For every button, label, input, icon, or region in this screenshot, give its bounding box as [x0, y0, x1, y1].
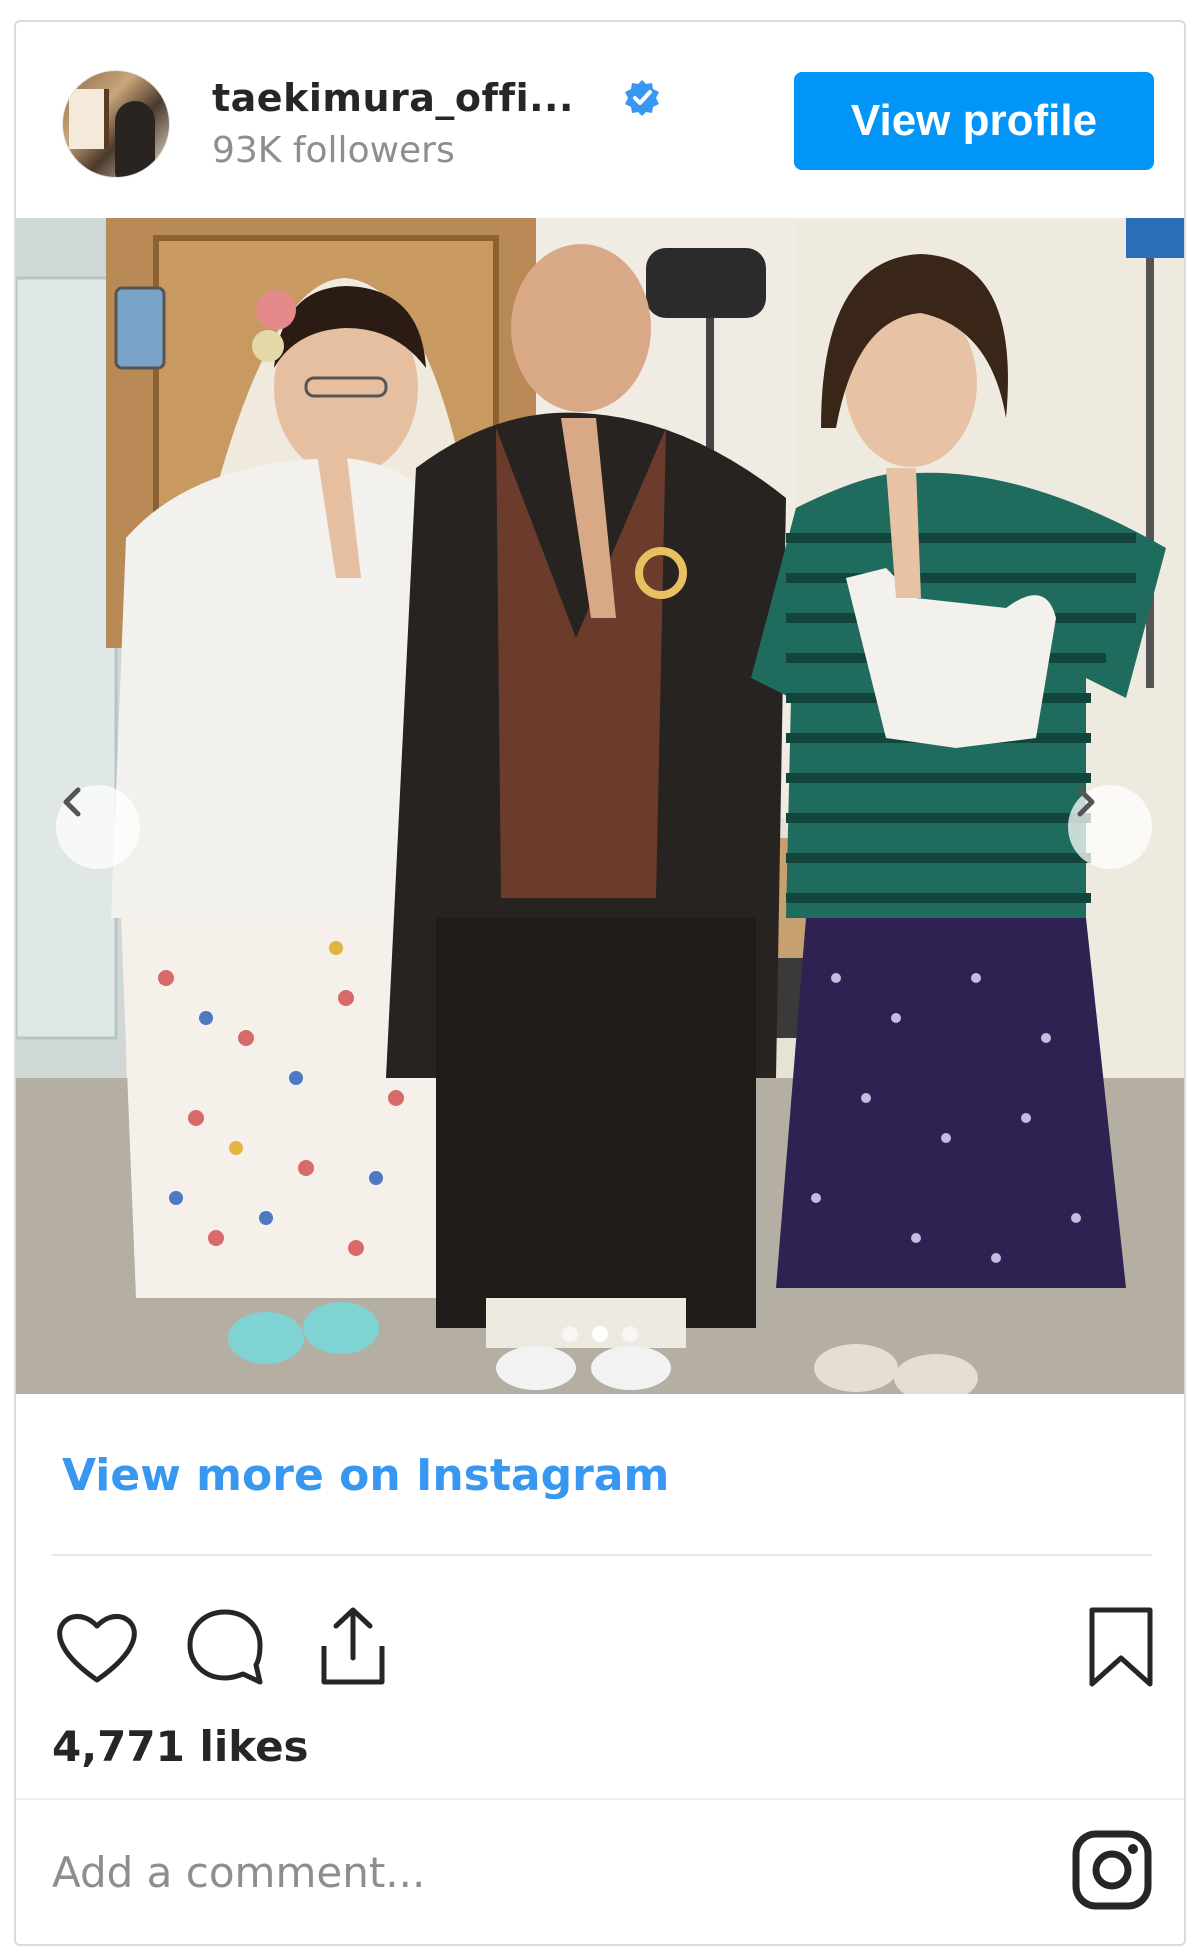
carousel-dot-active[interactable]: [592, 1326, 608, 1342]
view-more-on-instagram-link[interactable]: View more on Instagram: [62, 1450, 669, 1501]
carousel-indicator: [562, 1326, 638, 1342]
follower-count: 93K followers: [212, 130, 455, 171]
like-count: 4,771 likes: [52, 1722, 309, 1771]
comment-bubble-icon[interactable]: [180, 1602, 270, 1692]
instagram-logo-icon[interactable]: [1070, 1828, 1154, 1912]
chevron-left-icon: [63, 787, 81, 817]
username[interactable]: taekimura_offi...: [212, 76, 574, 120]
carousel-dot[interactable]: [562, 1326, 578, 1342]
comment-input[interactable]: [52, 1832, 1012, 1912]
photo-illustration: [16, 218, 1184, 1394]
verified-badge-icon: [625, 80, 659, 116]
divider: [52, 1554, 1152, 1556]
chevron-right-icon: [1077, 787, 1095, 817]
bookmark-icon[interactable]: [1076, 1602, 1166, 1692]
heart-icon[interactable]: [52, 1602, 142, 1692]
carousel-prev-button[interactable]: [56, 785, 140, 869]
divider: [16, 1798, 1184, 1800]
instagram-embed-card: taekimura_offi... 93K followers View pro…: [14, 20, 1186, 1946]
view-profile-button[interactable]: View profile: [794, 72, 1154, 170]
post-header: taekimura_offi... 93K followers View pro…: [16, 22, 1184, 217]
post-photo[interactable]: [16, 218, 1184, 1394]
action-bar: [16, 1582, 1184, 1692]
avatar[interactable]: [62, 70, 170, 178]
share-icon[interactable]: [308, 1602, 398, 1692]
carousel-next-button[interactable]: [1068, 785, 1152, 869]
carousel-dot[interactable]: [622, 1326, 638, 1342]
